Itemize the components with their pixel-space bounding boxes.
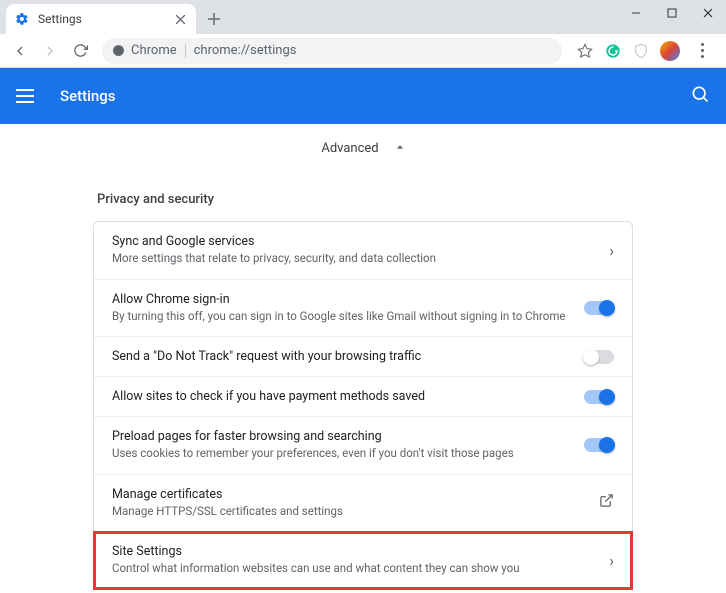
privacy-section: Privacy and security Sync and Google ser…	[93, 184, 633, 593]
settings-content: Advanced Privacy and security Sync and G…	[0, 124, 726, 593]
toggle-allow-signin[interactable]	[584, 301, 614, 315]
gear-icon	[14, 11, 30, 27]
advanced-toggle[interactable]: Advanced	[0, 124, 726, 172]
row-title: Sync and Google services	[112, 234, 566, 249]
row-title: Allow sites to check if you have payment…	[112, 389, 566, 404]
chevron-right-icon: ›	[609, 551, 614, 570]
browser-menu-button[interactable]	[690, 43, 714, 58]
new-tab-button[interactable]	[200, 5, 228, 33]
row-do-not-track: Send a "Do Not Track" request with your …	[94, 337, 632, 377]
site-info-button[interactable]: Chrome	[112, 43, 177, 58]
extension-icons	[570, 41, 720, 61]
toggle-preload[interactable]	[584, 438, 614, 452]
row-title: Manage certificates	[112, 487, 566, 502]
extension-grammarly-icon[interactable]	[604, 42, 622, 60]
origin-label: Chrome	[131, 43, 177, 58]
row-site-settings[interactable]: Site Settings Control what information w…	[94, 532, 632, 589]
advanced-label: Advanced	[321, 141, 378, 156]
row-subtitle: Control what information websites can us…	[112, 561, 566, 577]
window-controls	[618, 0, 726, 26]
chevron-up-icon	[395, 141, 405, 156]
page-title: Settings	[60, 87, 116, 105]
extension-shield-icon[interactable]	[632, 42, 650, 60]
row-title: Preload pages for faster browsing and se…	[112, 429, 566, 444]
row-subtitle: Manage HTTPS/SSL certificates and settin…	[112, 504, 566, 520]
row-sync-services[interactable]: Sync and Google services More settings t…	[94, 222, 632, 280]
toggle-payment[interactable]	[584, 390, 614, 404]
reload-button[interactable]	[66, 37, 94, 65]
toggle-dnt[interactable]	[584, 350, 614, 364]
browser-tab-settings[interactable]: Settings	[6, 4, 196, 34]
divider	[185, 44, 186, 58]
forward-button[interactable]	[36, 37, 64, 65]
row-title: Send a "Do Not Track" request with your …	[112, 349, 566, 364]
window-close-button[interactable]	[690, 0, 726, 26]
address-bar[interactable]: Chrome chrome://settings	[102, 38, 562, 64]
row-subtitle: By turning this off, you can sign in to …	[112, 309, 566, 325]
section-title: Privacy and security	[93, 184, 633, 221]
chevron-right-icon: ›	[609, 241, 614, 260]
row-subtitle: More settings that relate to privacy, se…	[112, 251, 566, 267]
row-manage-certificates[interactable]: Manage certificates Manage HTTPS/SSL cer…	[94, 475, 632, 533]
search-settings-button[interactable]	[690, 84, 710, 108]
row-allow-signin: Allow Chrome sign-in By turning this off…	[94, 280, 632, 338]
tab-title: Settings	[38, 12, 172, 26]
browser-toolbar: Chrome chrome://settings	[0, 34, 726, 68]
chrome-logo-icon	[112, 44, 125, 57]
menu-button[interactable]	[16, 84, 40, 108]
external-link-icon	[599, 493, 614, 512]
bookmark-star-button[interactable]	[576, 42, 594, 60]
window-maximize-button[interactable]	[654, 0, 690, 26]
profile-avatar-button[interactable]	[660, 41, 680, 61]
window-minimize-button[interactable]	[618, 0, 654, 26]
settings-header: Settings	[0, 68, 726, 124]
url-text: chrome://settings	[194, 43, 297, 58]
row-title: Site Settings	[112, 544, 566, 559]
row-preload-pages: Preload pages for faster browsing and se…	[94, 417, 632, 475]
settings-card: Sync and Google services More settings t…	[93, 221, 633, 590]
row-payment-methods: Allow sites to check if you have payment…	[94, 377, 632, 417]
tab-close-button[interactable]	[172, 11, 188, 27]
row-title: Allow Chrome sign-in	[112, 292, 566, 307]
back-button[interactable]	[6, 37, 34, 65]
row-subtitle: Uses cookies to remember your preference…	[112, 446, 566, 462]
